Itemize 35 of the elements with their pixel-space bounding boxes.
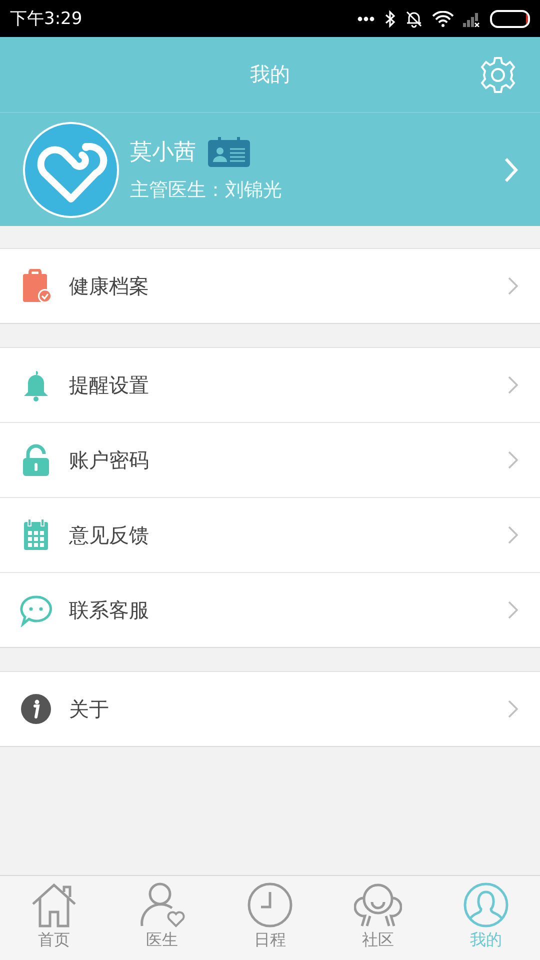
chevron-right-icon [508,451,518,469]
status-time: 下午3:29 [10,8,82,30]
menu-item[interactable]: 账户密码 [0,423,540,498]
profile-icon [462,882,510,928]
hands-icon [354,882,402,928]
bluetooth-icon [384,10,396,28]
chevron-right-icon [508,376,518,394]
info-icon [20,692,52,726]
more-dots-icon [357,16,375,22]
signal-icon [463,10,481,26]
menu-item[interactable]: 意见反馈 [0,498,540,573]
clipboard-icon [20,269,52,303]
chevron-right-icon [508,601,518,619]
house-icon [30,882,78,928]
battery-icon [490,10,530,28]
heart-logo-avatar-icon [22,120,120,218]
bell-muted-icon [405,10,423,28]
menu-item[interactable]: 联系客服 [0,573,540,647]
wifi-icon [432,10,454,26]
chevron-right-icon [508,700,518,718]
padlock-icon [20,443,52,477]
clock-icon [246,882,294,928]
page-title: 我的 [250,61,290,88]
menu-item[interactable]: 提醒设置 [0,348,540,423]
chevron-right-icon [508,526,518,544]
user-name: 莫小茜 [130,138,196,166]
menu-item[interactable]: 关于 [0,672,540,746]
id-card-icon [208,136,250,166]
chevron-right-icon [504,156,518,182]
doctor-info: 主管医生：刘锦光 [130,178,283,202]
chevron-right-icon [508,277,518,295]
settings-icon[interactable] [478,55,518,95]
person-heart-icon [138,882,186,928]
chat-bubble-icon [20,593,52,627]
menu-item[interactable]: 健康档案 [0,249,540,323]
